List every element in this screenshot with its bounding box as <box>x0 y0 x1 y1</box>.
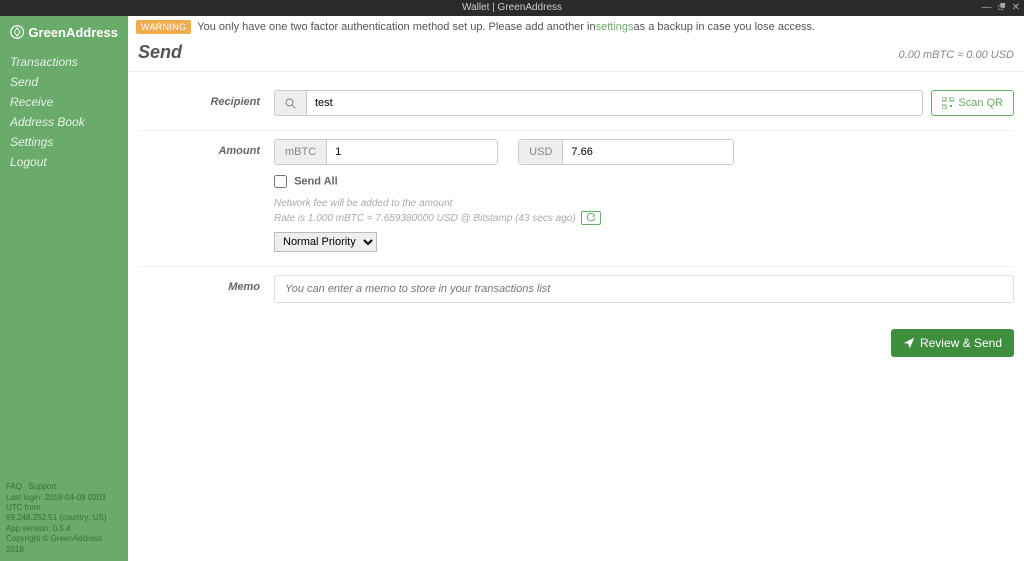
recipient-label: Recipient <box>138 90 274 108</box>
amount-btc-group: mBTC <box>274 139 498 165</box>
sendall-label: Send All <box>294 175 338 187</box>
brand-label: GreenAddress <box>28 25 118 40</box>
brand: GreenAddress <box>0 16 128 48</box>
sidebar: GreenAddress Transactions Send Receive A… <box>0 16 128 561</box>
memo-label: Memo <box>138 275 274 293</box>
sidebar-item-send[interactable]: Send <box>0 72 128 92</box>
rate-note: Rate is 1.000 mBTC = 7.659380000 USD @ B… <box>274 213 576 224</box>
priority-select[interactable]: Normal Priority <box>274 232 377 252</box>
scan-qr-button[interactable]: Scan QR <box>931 90 1014 116</box>
main: WARNING You only have one two factor aut… <box>128 16 1024 561</box>
search-icon[interactable] <box>275 91 307 115</box>
warning-settings-link[interactable]: settings <box>596 21 634 33</box>
sidebar-footer: FAQ Support Last login: 2018-04-09 0203 … <box>0 476 128 561</box>
refresh-rate-button[interactable] <box>581 211 601 225</box>
window-close-icon[interactable]: ✕ <box>1012 0 1020 16</box>
footer-link-faq[interactable]: FAQ <box>6 482 22 491</box>
review-send-button[interactable]: Review & Send <box>891 329 1014 357</box>
window-titlebar: Wallet | GreenAddress — ⮻ ✕ <box>0 0 1024 16</box>
fee-note: Network fee will be added to the amount <box>274 196 1014 211</box>
warning-banner: WARNING You only have one two factor aut… <box>128 16 1024 38</box>
qr-icon <box>942 97 954 109</box>
sendall-checkbox[interactable] <box>274 175 287 188</box>
sendall-wrap: Send All <box>274 175 1014 188</box>
row-memo: Memo <box>138 267 1014 317</box>
amount-usd-unit: USD <box>519 140 563 164</box>
recipient-input-group <box>274 90 923 116</box>
window-title: Wallet | GreenAddress <box>462 2 562 13</box>
page-title: Send <box>138 42 182 63</box>
recipient-input[interactable] <box>307 91 922 115</box>
amount-usd-group: USD <box>518 139 734 165</box>
row-recipient: Recipient Scan QR <box>138 82 1014 131</box>
warning-text-after: as a backup in case you lose access. <box>634 21 816 33</box>
amount-btc-input[interactable] <box>327 140 497 164</box>
amount-usd-input[interactable] <box>563 140 733 164</box>
scan-qr-label: Scan QR <box>958 97 1003 109</box>
sidebar-item-receive[interactable]: Receive <box>0 92 128 112</box>
sidebar-nav: Transactions Send Receive Address Book S… <box>0 48 128 176</box>
actions: Review & Send <box>128 317 1024 369</box>
review-send-label: Review & Send <box>920 336 1002 350</box>
window-minimize-icon[interactable]: — <box>982 0 992 16</box>
window-maximize-icon[interactable]: ⮻ <box>998 0 1006 16</box>
warning-badge: WARNING <box>136 20 191 34</box>
footer-lastlogin-1: Last login: 2018-04-09 0203 UTC from <box>6 493 122 514</box>
window-controls: — ⮻ ✕ <box>982 0 1020 16</box>
sidebar-item-transactions[interactable]: Transactions <box>0 52 128 72</box>
page-heading: Send 0.00 mBTC ≈ 0.00 USD <box>128 38 1024 72</box>
footer-version: App version: 0.5.4 <box>6 524 122 534</box>
memo-input[interactable] <box>274 275 1014 303</box>
warning-text-before: You only have one two factor authenticat… <box>197 21 595 33</box>
refresh-icon <box>586 213 596 223</box>
footer-lastlogin-2: 99.248.252.51 (country: US) <box>6 513 122 523</box>
logo-icon <box>10 24 24 40</box>
balance-display: 0.00 mBTC ≈ 0.00 USD <box>899 49 1014 61</box>
send-icon <box>903 337 915 349</box>
footer-copyright: Copyright © GreenAddress 2018 <box>6 534 122 555</box>
row-amount: Amount mBTC USD Send Al <box>138 131 1014 267</box>
sidebar-item-settings[interactable]: Settings <box>0 132 128 152</box>
amount-btc-unit: mBTC <box>275 140 327 164</box>
footer-link-support[interactable]: Support <box>28 482 56 491</box>
sidebar-item-logout[interactable]: Logout <box>0 152 128 172</box>
sidebar-item-addressbook[interactable]: Address Book <box>0 112 128 132</box>
amount-label: Amount <box>138 139 274 157</box>
